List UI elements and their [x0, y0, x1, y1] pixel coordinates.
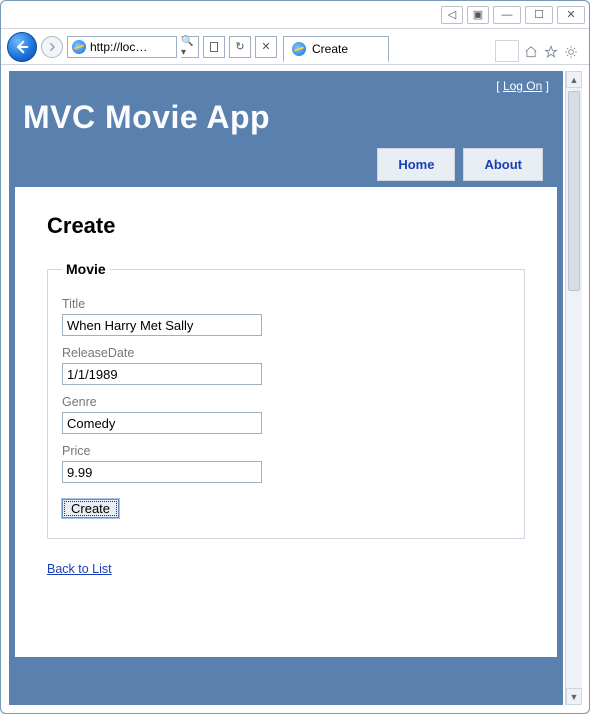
search-dropdown-button[interactable]: 🔍▾ — [181, 36, 199, 58]
window-titlebar: ◁ ▣ — ☐ ✕ — [1, 1, 589, 29]
favorites-box[interactable] — [495, 40, 519, 62]
site-title: MVC Movie App — [23, 99, 549, 136]
scroll-thumb[interactable] — [568, 91, 580, 291]
ie-icon — [72, 40, 86, 54]
address-bar[interactable]: http://loc… — [67, 36, 177, 58]
field-price: Price — [62, 444, 510, 483]
arrow-right-icon — [47, 42, 57, 52]
forward-button[interactable] — [41, 36, 63, 58]
site-header: [ Log On ] MVC Movie App Home About — [9, 71, 563, 181]
field-releasedate: ReleaseDate — [62, 346, 510, 385]
releasedate-label: ReleaseDate — [62, 346, 510, 360]
scroll-up-button[interactable]: ▲ — [566, 71, 582, 88]
favorites-icon-button[interactable] — [541, 42, 561, 62]
page-heading: Create — [47, 213, 525, 239]
genre-input[interactable] — [62, 412, 262, 434]
back-link-row: Back to List — [47, 561, 525, 576]
logon-link[interactable]: Log On — [503, 79, 542, 93]
price-input[interactable] — [62, 461, 262, 483]
page-viewport: [ Log On ] MVC Movie App Home About Crea… — [9, 71, 563, 705]
releasedate-input[interactable] — [62, 363, 262, 385]
minimize-button[interactable]: — — [493, 6, 521, 24]
field-title: Title — [62, 297, 510, 336]
star-icon — [544, 45, 558, 59]
bracket-open: [ — [496, 79, 503, 93]
home-icon — [524, 45, 538, 59]
gear-icon — [564, 45, 578, 59]
bracket-close: ] — [542, 79, 549, 93]
ie-icon — [292, 42, 306, 56]
tab-strip: Create — [201, 34, 581, 62]
nav-tabs: Home About — [23, 148, 549, 181]
nav-about[interactable]: About — [463, 148, 543, 181]
tab-title: Create — [312, 42, 348, 56]
fieldset-legend: Movie — [62, 261, 110, 277]
back-to-list-link[interactable]: Back to List — [47, 562, 112, 576]
address-text: http://loc… — [90, 40, 147, 54]
movie-fieldset: Movie Title ReleaseDate Genre Price — [47, 261, 525, 539]
price-label: Price — [62, 444, 510, 458]
title-label: Title — [62, 297, 510, 311]
arrow-left-icon — [14, 39, 30, 55]
create-button[interactable]: Create — [62, 499, 119, 518]
title-input[interactable] — [62, 314, 262, 336]
browser-tab-create[interactable]: Create — [283, 36, 389, 62]
browser-window: ◁ ▣ — ☐ ✕ http://loc… 🔍▾ ↻ ✕ Create — [0, 0, 590, 714]
logon-area: [ Log On ] — [23, 73, 549, 93]
maximize-button[interactable]: ☐ — [525, 6, 553, 24]
home-icon-button[interactable] — [521, 42, 541, 62]
genre-label: Genre — [62, 395, 510, 409]
caret-left-button[interactable]: ◁ — [441, 6, 463, 24]
tools-icon-button[interactable] — [561, 42, 581, 62]
scroll-down-button[interactable]: ▼ — [566, 688, 582, 705]
back-button[interactable] — [7, 32, 37, 62]
caret-right-button[interactable]: ▣ — [467, 6, 489, 24]
close-button[interactable]: ✕ — [557, 6, 585, 24]
main-content: Create Movie Title ReleaseDate Genre Pri… — [15, 187, 557, 657]
submit-row: Create — [62, 499, 510, 518]
nav-home[interactable]: Home — [377, 148, 455, 181]
vertical-scrollbar[interactable]: ▲ ▼ — [565, 71, 582, 705]
field-genre: Genre — [62, 395, 510, 434]
